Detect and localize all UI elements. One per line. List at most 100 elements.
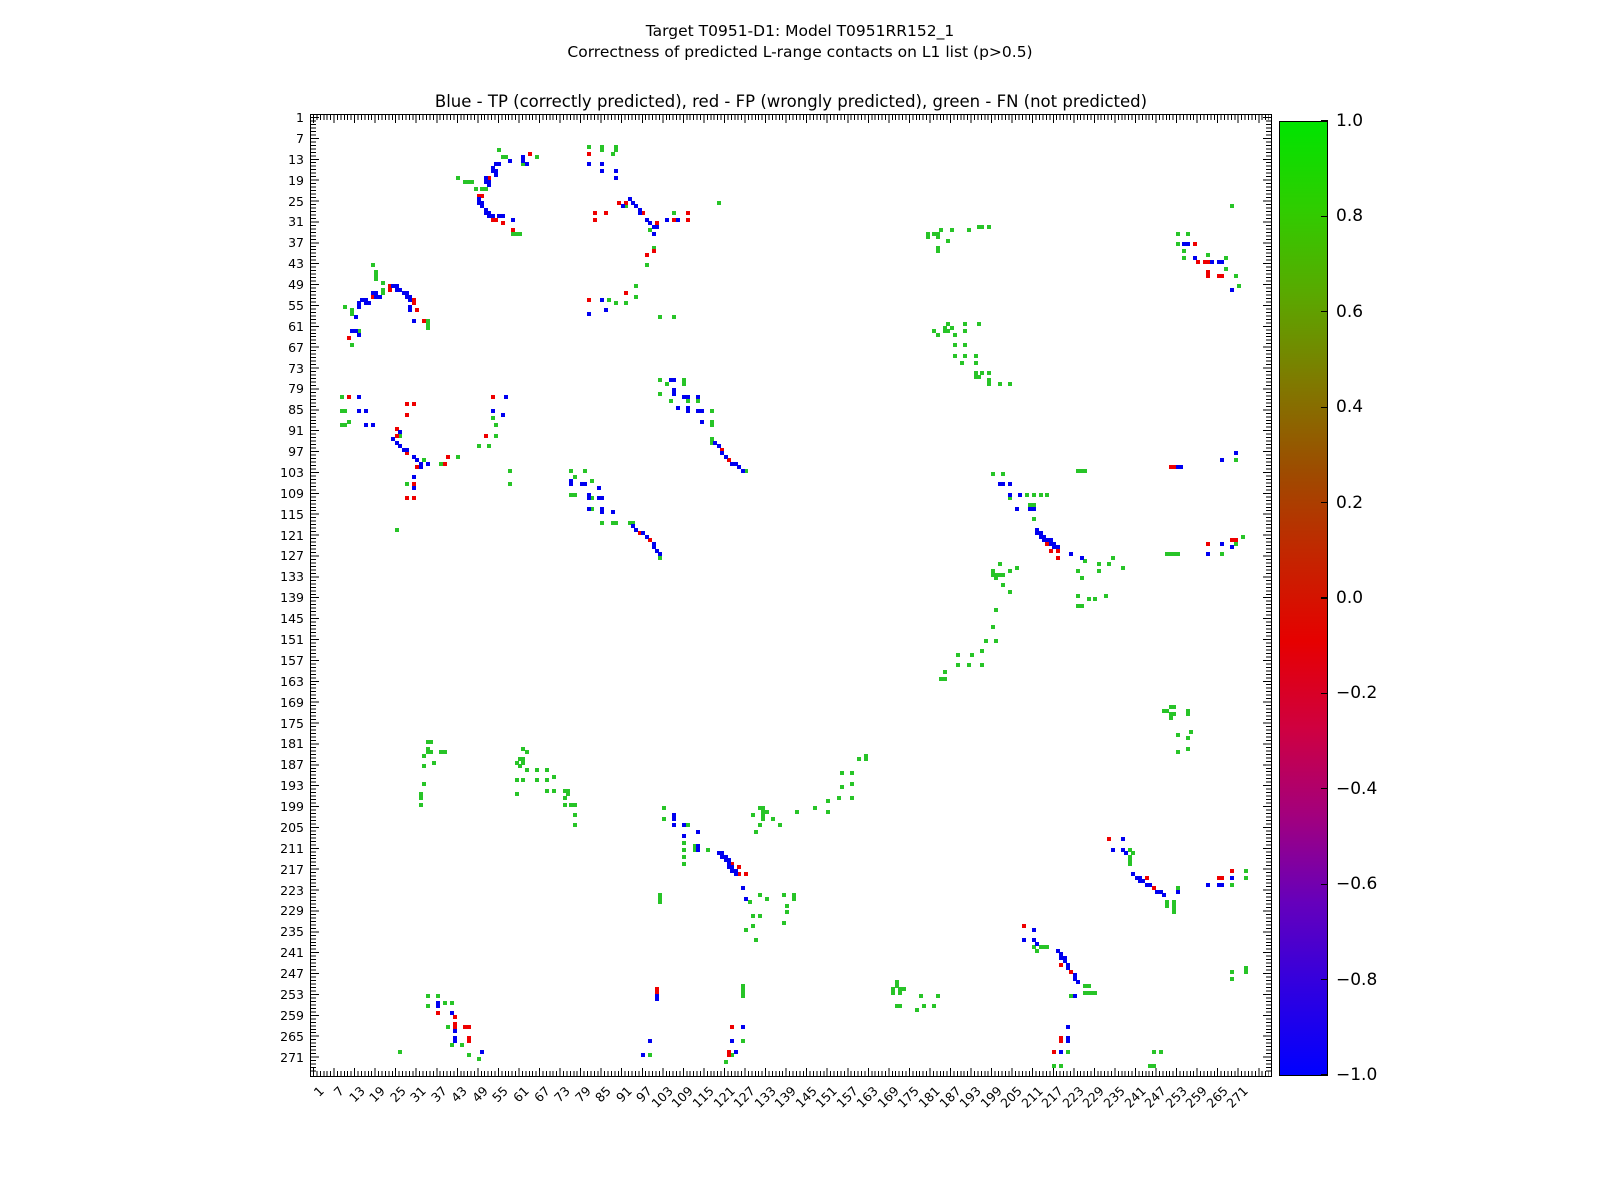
colorbar-tick [1321,406,1328,408]
contact-point-tp [490,409,495,414]
contact-point-tp [600,162,605,167]
y-tick-label: 205 [280,819,304,835]
contact-point-fn [370,263,375,268]
colorbar-tick [1321,788,1328,790]
contact-point-fn [545,778,550,783]
contact-point-fn [1086,597,1091,602]
contact-point-tp [1220,259,1225,264]
contact-point-tp [648,1039,653,1044]
contact-point-tp [500,412,505,417]
contact-point-fn [428,750,433,755]
contact-point-fn [473,186,478,191]
figure: Target T0951-D1: Model T0951RR152_1 Corre… [0,0,1600,1200]
contact-point-fn [956,663,961,668]
y-tick-label: 31 [288,214,304,230]
contact-point-fn [572,823,577,828]
contact-point-fn [435,994,440,998]
contact-point-tp [452,1039,457,1044]
contact-point-tp [620,204,625,208]
contact-point-fn [494,433,498,438]
contact-point-fn [374,277,379,282]
colorbar-tick [1321,883,1328,885]
contact-point-fn [747,900,752,904]
contact-point-fn [1110,555,1115,560]
figure-title: Target T0951-D1: Model T0951RR152_1 Corre… [0,21,1600,63]
contact-point-tp [672,378,677,382]
contact-point-fp [1192,242,1197,247]
contact-point-fn [1014,565,1019,570]
contact-point-fn [685,823,690,828]
colorbar-tick-label: 1.0 [1336,111,1364,131]
contact-point-fp [422,318,427,323]
contact-point-tp [1031,927,1036,932]
contact-point-fp [405,451,409,456]
contact-point-tp [367,301,372,306]
contact-point-tp [1066,966,1070,971]
contact-point-fn [857,757,862,762]
y-tick-label: 25 [288,193,304,209]
contact-point-tp [1021,938,1026,943]
contact-point-tp [398,430,403,435]
y-tick-label: 49 [288,277,304,293]
contact-point-fn [1076,593,1081,598]
contact-point-tp [1055,545,1060,549]
contact-point-fn [613,520,618,525]
contact-point-fn [1079,576,1084,581]
contact-point-tp [644,534,649,539]
y-tick-label: 271 [280,1049,304,1065]
contact-point-fn [644,263,649,268]
contact-point-fn [990,472,995,476]
contact-point-tp [435,1004,440,1009]
contact-point-fn [343,304,348,309]
contact-point-fn [946,329,951,334]
y-tick-label: 43 [288,256,304,272]
contact-point-fn [446,1025,451,1030]
y-major-ticks-right [1263,117,1271,1074]
contact-point-fn [600,148,605,153]
contact-point-fn [839,771,844,776]
contact-point-fn [381,280,385,285]
contact-point-tp [1233,451,1238,456]
y-tick-label: 211 [280,840,304,856]
contact-point-tp [672,391,677,396]
contact-point-fn [514,778,519,783]
y-tick-label: 157 [280,652,304,668]
contact-point-fn [1093,990,1098,995]
contact-point-fn [1000,572,1005,577]
contact-point-fn [918,994,923,998]
contact-point-fn [1086,983,1091,988]
contact-point-fn [795,809,800,814]
contact-point-fn [754,938,759,943]
contact-point-tp [1018,492,1022,497]
contact-point-tp [600,496,605,501]
contact-point-fn [709,409,714,414]
contact-point-fn [744,927,748,932]
contact-point-fn [456,454,461,459]
y-tick-label: 175 [280,715,304,731]
contact-point-fn [1151,1063,1156,1068]
contact-point-fn [750,813,755,817]
contact-point-fn [1182,256,1187,261]
contact-point-fn [483,186,488,191]
contact-point-tp [685,409,690,414]
contact-point-fn [1244,868,1249,873]
contact-point-tp [665,217,670,222]
contact-point-fn [771,816,776,821]
x-major-ticks-top [313,115,1269,123]
contact-point-tp [675,405,680,410]
contact-point-fn [973,360,978,365]
y-tick-label: 13 [288,151,304,167]
contact-point-fn [723,1060,728,1065]
contact-point-fn [1007,381,1012,386]
contact-point-fn [589,478,594,483]
contact-point-tp [1059,1049,1064,1054]
contact-point-fp [593,211,598,215]
contact-point-tp [651,231,656,236]
contact-point-tp [583,482,588,487]
contact-point-tp [586,496,591,501]
contact-point-fn [706,847,711,852]
contact-point-fn [1233,458,1238,462]
contact-point-fp [446,454,451,459]
contact-point-fn [535,155,540,160]
colorbar-tick-label: −0.8 [1336,969,1378,990]
